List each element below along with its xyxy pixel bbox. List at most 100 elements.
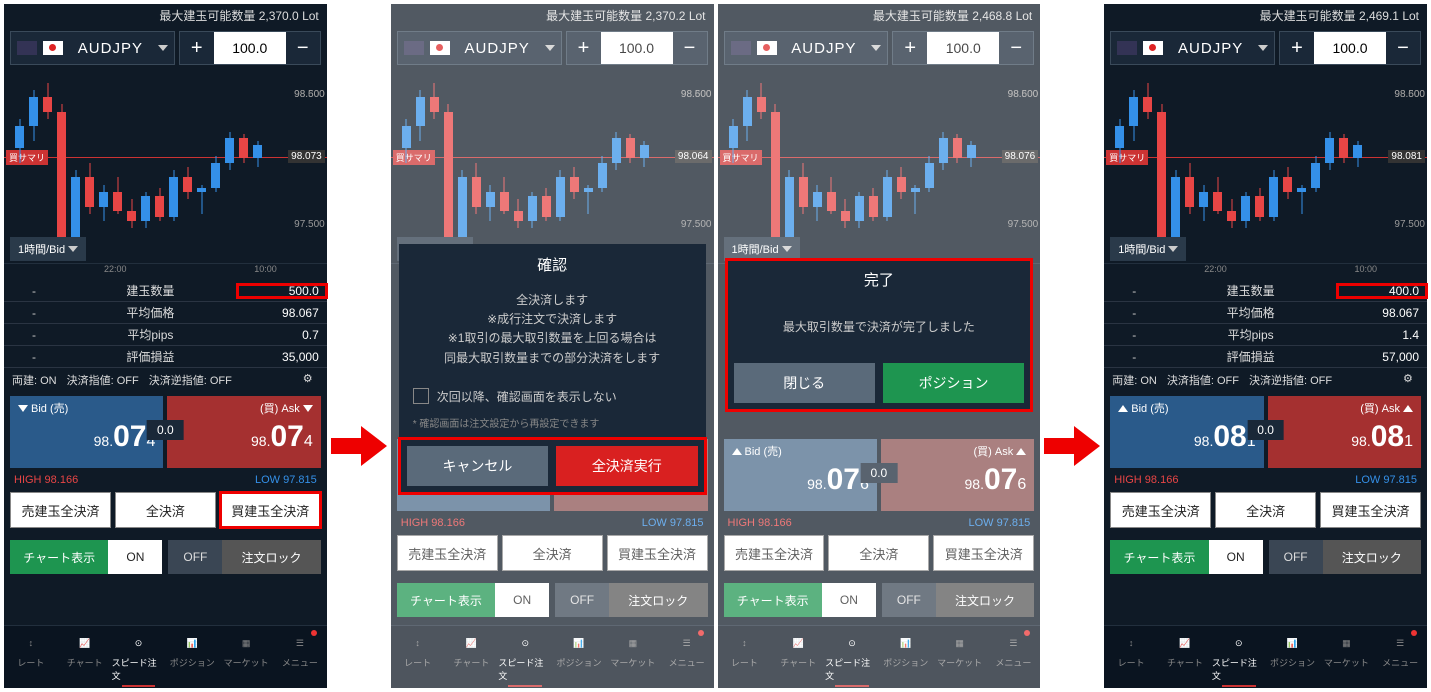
bottom-tabbar: ↕ レート 📈 チャート ⊙ スピード注文 📊 ポジション ▦ マーケット ☰ … <box>1104 625 1427 688</box>
tab-3[interactable]: 📊 ポジション <box>1266 626 1320 688</box>
row-value: 98.067 <box>1337 306 1427 320</box>
tab-0[interactable]: ↕ レート <box>4 626 58 688</box>
table-row: - 評価損益 57,000 <box>1104 346 1427 368</box>
settle-all-button[interactable]: 全決済 <box>115 492 216 528</box>
qty-plus-button[interactable]: − <box>1386 32 1420 64</box>
screen-3: 最大建玉可能数量 2,468.8 Lot AUDJPY + − 98.600 9… <box>718 4 1041 688</box>
dialog-buttons: 閉じる ポジション <box>726 355 1033 411</box>
toggles-row: チャート表示ON OFF注文ロック <box>4 532 327 582</box>
tab-5[interactable]: ☰ メニュー <box>273 626 327 688</box>
dialog-note: * 確認画面は注文設定から再設定できます <box>399 413 706 438</box>
pair-name: AUDJPY <box>1169 40 1252 57</box>
timeframe-selector[interactable]: 1時間/Bid <box>1110 237 1186 261</box>
bid-button[interactable]: Bid (売) 98.081 <box>1110 396 1263 468</box>
sell-settle-all-button[interactable]: 売建玉全決済 <box>10 492 111 528</box>
chart-toggle[interactable]: チャート表示ON <box>10 540 162 574</box>
buy-settle-all-button[interactable]: 買建玉全決済 <box>1320 492 1421 528</box>
settle-buttons: 売建玉全決済 全決済 買建玉全決済 <box>1104 488 1427 532</box>
confirm-execute-button[interactable]: 全決済実行 <box>556 446 697 486</box>
screen-1: 最大建玉可能数量 2,370.0 Lot AUDJPY + − 98.600 9… <box>4 4 327 688</box>
notification-dot-icon <box>1411 630 1417 636</box>
pair-selector[interactable]: AUDJPY <box>1110 31 1275 65</box>
complete-dialog: 完了 最大取引数量で決済が完了しました 閉じる ポジション <box>726 259 1033 411</box>
table-row: - 平均価格 98.067 <box>4 302 327 324</box>
arrow-right-icon <box>331 421 387 471</box>
position-button[interactable]: ポジション <box>883 363 1024 403</box>
row-value: 57,000 <box>1337 350 1427 364</box>
cancel-button[interactable]: キャンセル <box>407 446 548 486</box>
chart-toggle[interactable]: チャート表示ON <box>1110 540 1262 574</box>
tab-5[interactable]: ☰ メニュー <box>1373 626 1427 688</box>
gear-icon[interactable]: ⚙ <box>303 372 319 388</box>
dialog-title: 確認 <box>399 244 706 285</box>
tab-1[interactable]: 📈 チャート <box>58 626 112 688</box>
settle-all-button[interactable]: 全決済 <box>1215 492 1316 528</box>
table-row: - 平均pips 1.4 <box>1104 324 1427 346</box>
tab-icon: ⊙ <box>127 632 149 654</box>
row-value: 35,000 <box>237 350 327 364</box>
chevron-down-icon <box>1258 45 1268 51</box>
table-row: - 建玉数量 500.0 <box>4 280 327 302</box>
quantity-stepper: + − <box>179 31 321 65</box>
tab-4[interactable]: ▦ マーケット <box>219 626 273 688</box>
tab-2[interactable]: ⊙ スピード注文 <box>112 626 166 688</box>
tab-icon: 📊 <box>1282 632 1304 654</box>
sell-settle-all-button[interactable]: 売建玉全決済 <box>1110 492 1211 528</box>
flag-jp-icon <box>1143 41 1163 55</box>
position-line-price: 98.081 <box>1388 150 1425 163</box>
candlesticks <box>14 69 287 243</box>
timeframe-selector[interactable]: 1時間/Bid <box>10 237 86 261</box>
row-label: 平均価格 <box>1164 304 1337 321</box>
dont-show-again-checkbox[interactable]: 次回以降、確認画面を表示しない <box>399 380 706 413</box>
tab-icon: ▦ <box>235 632 257 654</box>
row-value: 500.0 <box>237 284 327 298</box>
chevron-down-icon <box>158 45 168 51</box>
qty-input[interactable] <box>1314 32 1386 64</box>
tab-icon: ⊙ <box>1228 632 1250 654</box>
order-lock-toggle[interactable]: OFF注文ロック <box>168 540 320 574</box>
row-label: 評価損益 <box>1164 348 1337 365</box>
close-button[interactable]: 閉じる <box>734 363 875 403</box>
price-chart[interactable]: 98.600 98.500 97.500 買サマリ 98.073 <box>4 69 327 264</box>
dialog-message: 最大取引数量で決済が完了しました <box>726 300 1033 355</box>
tab-1[interactable]: 📈 チャート <box>1158 626 1212 688</box>
bid-ask-panel: Bid (売) 98.081 0.0 (買) Ask 98.081 <box>1104 392 1427 472</box>
tab-icon: ☰ <box>289 632 311 654</box>
qty-minus-button[interactable]: + <box>1280 32 1314 64</box>
tab-2[interactable]: ⊙ スピード注文 <box>1212 626 1266 688</box>
ask-button[interactable]: (買) Ask 98.074 <box>167 396 320 468</box>
dialog-buttons: キャンセル 全決済実行 <box>399 438 706 494</box>
tab-0[interactable]: ↕ レート <box>1104 626 1158 688</box>
buy-settle-all-button[interactable]: 買建玉全決済 <box>220 492 321 528</box>
price-chart[interactable]: 98.600 98.500 97.500 買サマリ 98.081 <box>1104 69 1427 264</box>
position-summary-table: - 建玉数量 500.0 - 平均価格 98.067 - 平均pips 0.7 … <box>4 280 327 368</box>
position-summary-table: - 建玉数量 400.0 - 平均価格 98.067 - 平均pips 1.4 … <box>1104 280 1427 368</box>
spread-value: 0.0 <box>147 420 184 440</box>
tab-4[interactable]: ▦ マーケット <box>1319 626 1373 688</box>
table-row: - 建玉数量 400.0 <box>1104 280 1427 302</box>
row-value: 400.0 <box>1337 284 1427 298</box>
bid-ask-panel: Bid (売) 98.074 0.0 (買) Ask 98.074 <box>4 392 327 472</box>
row-value: 1.4 <box>1337 328 1427 342</box>
row-label: 平均価格 <box>64 304 237 321</box>
gear-icon[interactable]: ⚙ <box>1403 372 1419 388</box>
flag-au-icon <box>17 41 37 55</box>
bid-button[interactable]: Bid (売) 98.074 <box>10 396 163 468</box>
qty-input[interactable] <box>214 32 286 64</box>
tab-icon: 📈 <box>74 632 96 654</box>
max-position-label: 最大建玉可能数量 2,370.0 Lot <box>4 4 327 27</box>
arrow-right-icon <box>1044 421 1100 471</box>
qty-minus-button[interactable]: + <box>180 32 214 64</box>
arrow-down-icon <box>18 405 28 412</box>
settle-buttons: 売建玉全決済 全決済 買建玉全決済 <box>4 488 327 532</box>
dialog-body: 全決済します※成行注文で決済します※1取引の最大取引数量を上回る場合は同最大取引… <box>399 285 706 380</box>
qty-plus-button[interactable]: − <box>286 32 320 64</box>
order-lock-toggle[interactable]: OFF注文ロック <box>1269 540 1421 574</box>
confirm-dialog: 確認 全決済します※成行注文で決済します※1取引の最大取引数量を上回る場合は同最… <box>399 244 706 494</box>
tab-icon: ↕ <box>20 632 42 654</box>
tab-3[interactable]: 📊 ポジション <box>165 626 219 688</box>
candlesticks <box>1114 69 1387 243</box>
pair-selector[interactable]: AUDJPY <box>10 31 175 65</box>
ask-button[interactable]: (買) Ask 98.081 <box>1268 396 1421 468</box>
dialog-title: 完了 <box>726 259 1033 300</box>
